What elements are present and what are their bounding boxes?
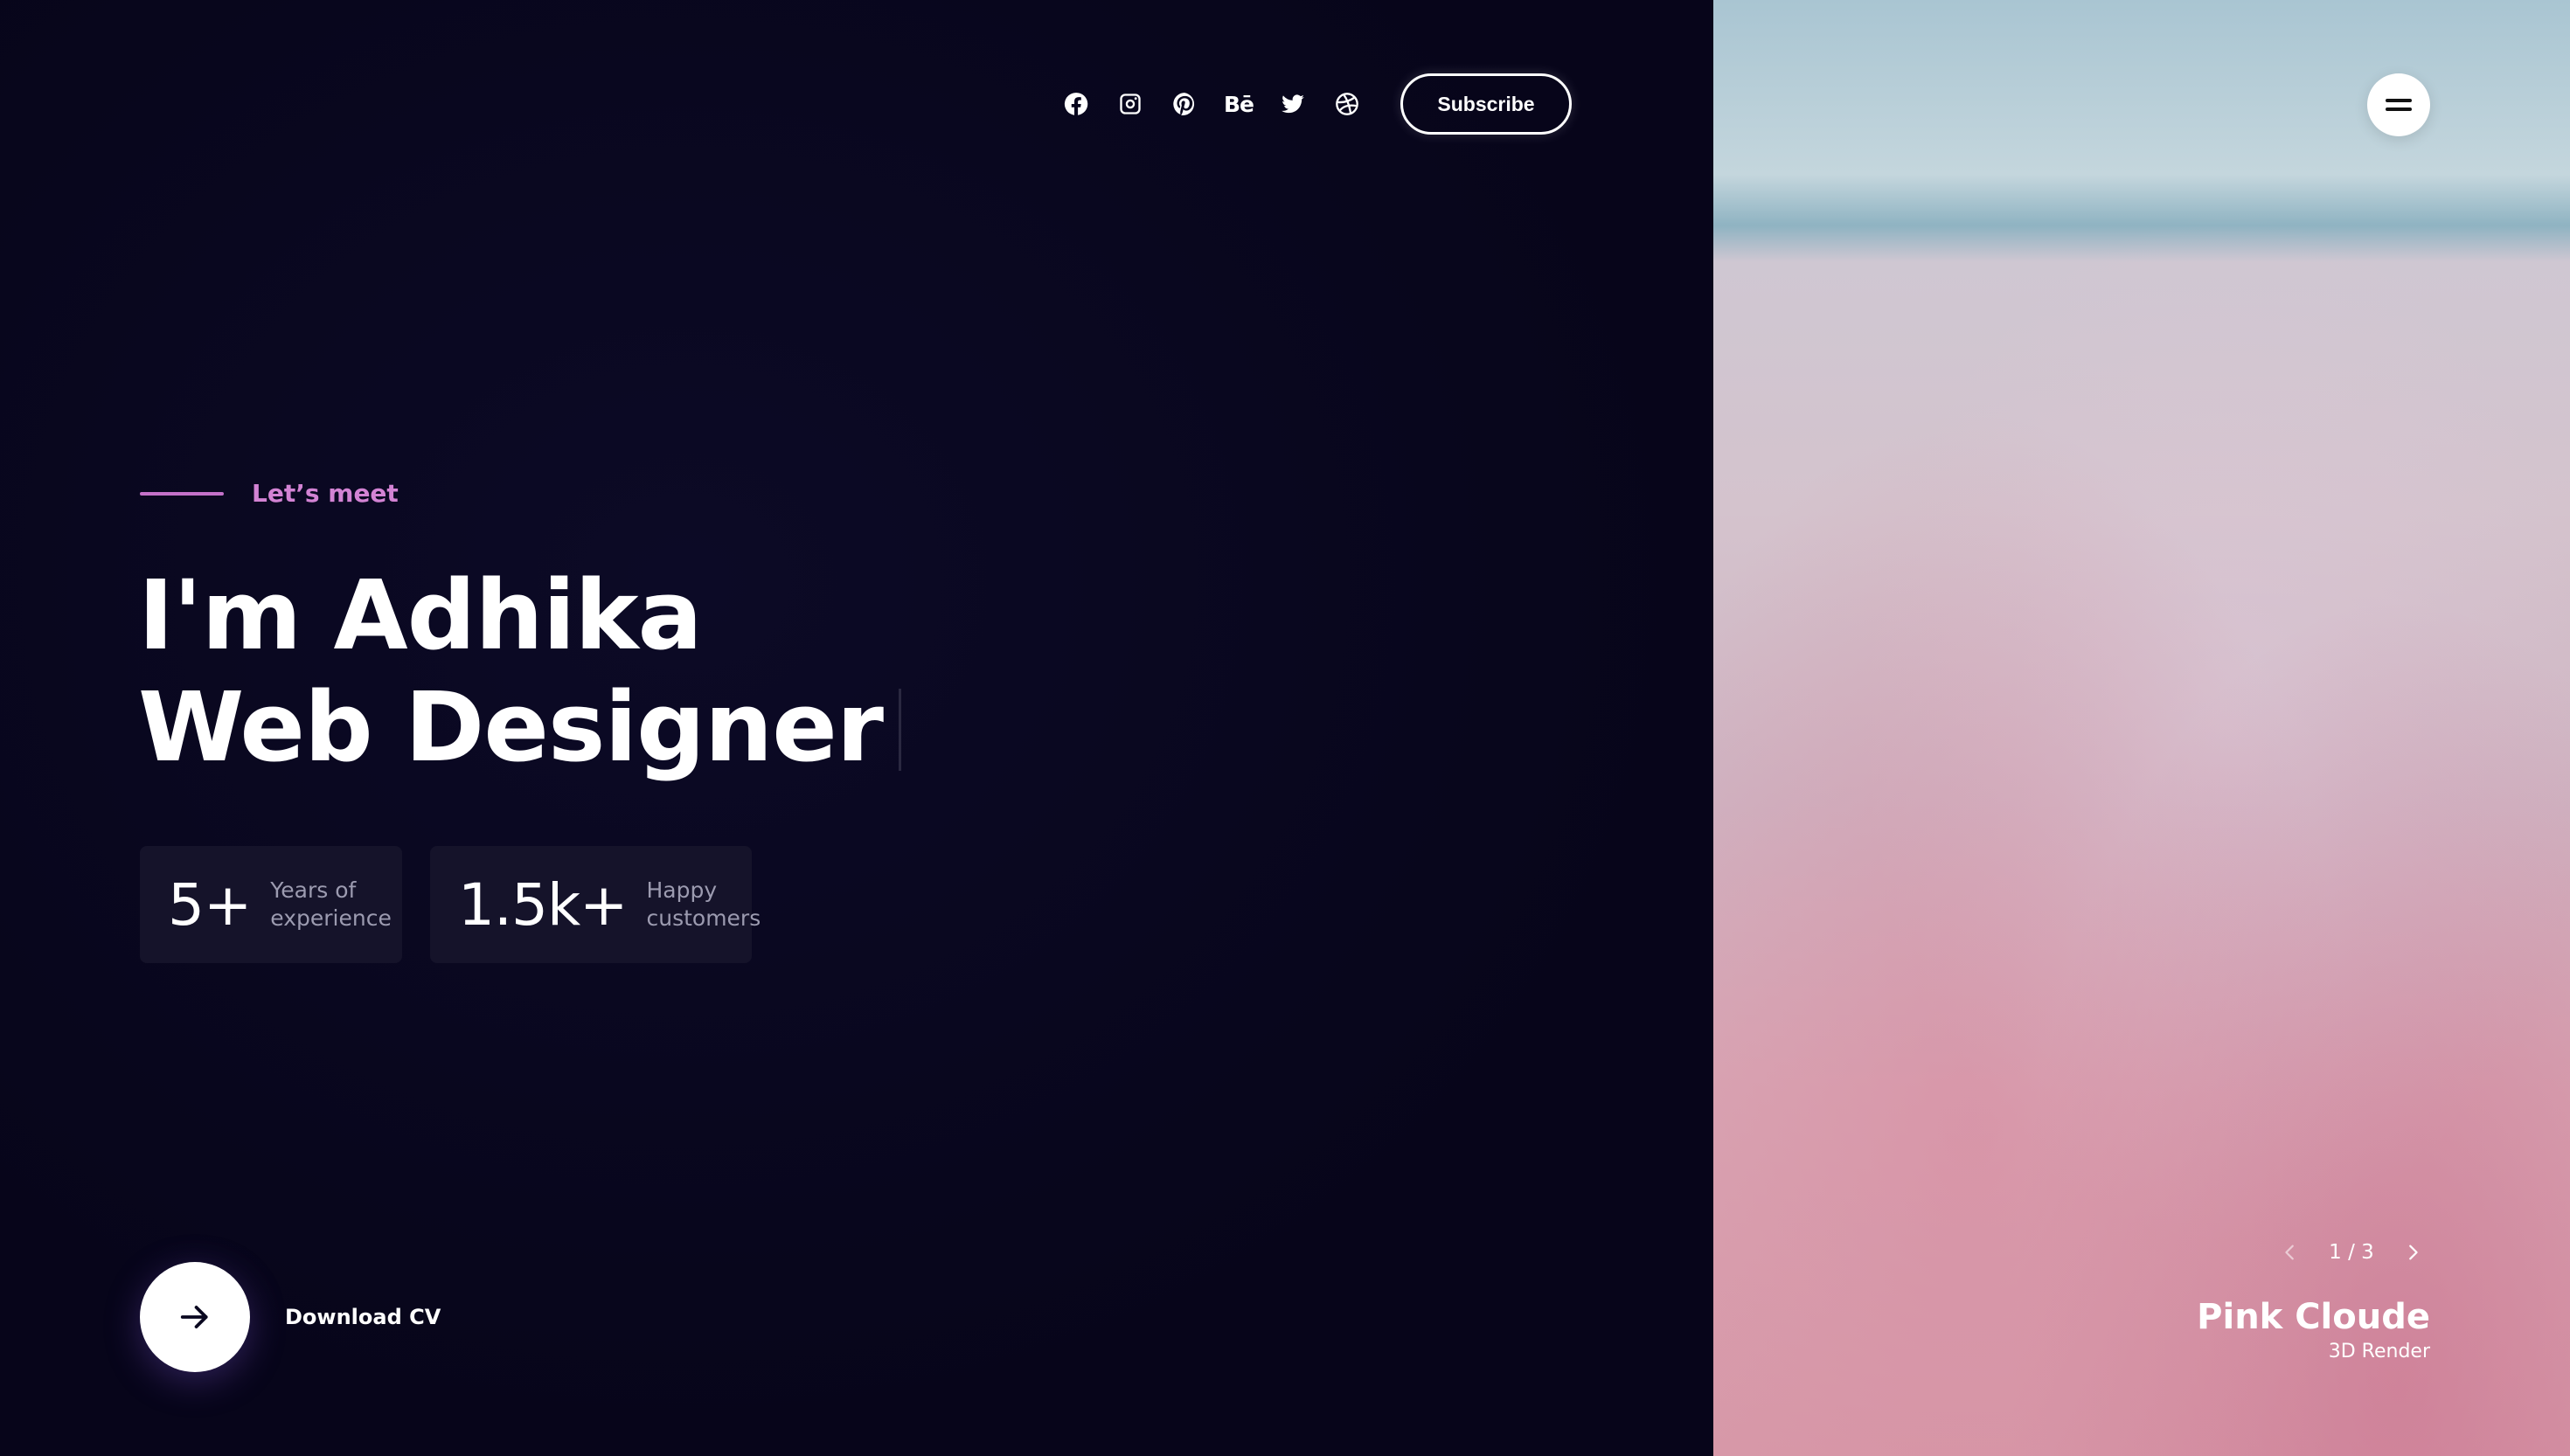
menu-button[interactable] [2367,73,2430,136]
cloud-image [1713,0,2570,1456]
social-bar: Bē Subscribe [1049,73,1572,135]
typing-cursor [899,689,902,771]
dribbble-icon[interactable] [1320,73,1374,135]
stats: 5+ Years of experience 1.5k+ Happy custo… [140,846,761,963]
hero-headline: I'm Adhika Web Designer [138,559,902,783]
eyebrow: Let’s meet [140,479,399,508]
headline-line-2: Web Designer [138,671,902,783]
slider-nav: 1 / 3 [2273,1232,2430,1272]
stat-label: Years of experience [270,877,392,933]
stat-label-line-2: experience [270,905,392,931]
behance-label: Bē [1223,91,1254,117]
headline-role: Web Designer [138,671,884,783]
chevron-left-icon[interactable] [2273,1232,2308,1272]
stat-value: 5+ [168,870,252,939]
subscribe-button[interactable]: Subscribe [1400,73,1572,135]
hamburger-icon-bar [2386,99,2412,102]
download-cv-button[interactable] [140,1262,250,1372]
instagram-icon[interactable] [1103,73,1157,135]
stat-label-line-2: customers [646,905,761,931]
slide-caption: Pink Cloude 3D Render [2197,1297,2430,1362]
arrow-right-icon [180,1306,208,1328]
twitter-icon[interactable] [1266,73,1320,135]
behance-icon[interactable]: Bē [1212,73,1266,135]
slide-subtitle: 3D Render [2328,1341,2430,1362]
pinterest-icon[interactable] [1157,73,1212,135]
stat-card-experience: 5+ Years of experience [140,846,402,963]
download-cv: Download CV [140,1262,441,1372]
stat-label-line-1: Happy [646,877,718,903]
chevron-right-icon[interactable] [2395,1232,2430,1272]
hamburger-icon-bar [2386,107,2412,111]
hero-panel: Bē Subscribe Let’s meet I'm Adhika Web D… [0,0,1713,1456]
eyebrow-line [140,491,224,496]
download-cv-label[interactable]: Download CV [285,1305,441,1329]
facebook-icon[interactable] [1049,73,1103,135]
eyebrow-text: Let’s meet [252,479,399,508]
slide-counter: 1 / 3 [2329,1241,2374,1264]
stat-label-line-1: Years of [270,877,357,903]
slide-title: Pink Cloude [2197,1297,2430,1337]
stat-label: Happy customers [646,877,761,933]
stat-value: 1.5k+ [458,870,628,939]
headline-line-1: I'm Adhika [138,559,703,671]
stat-card-customers: 1.5k+ Happy customers [430,846,761,963]
